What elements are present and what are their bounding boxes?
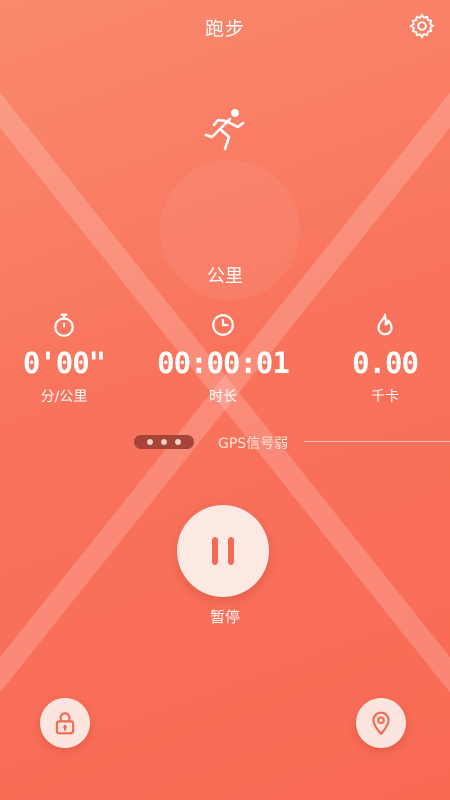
duration-label: 时长 bbox=[209, 389, 237, 405]
calories-stat: 0.00 千卡 bbox=[310, 312, 450, 406]
pause-button[interactable] bbox=[177, 505, 269, 597]
stopwatch-icon bbox=[54, 313, 74, 337]
flame-icon bbox=[377, 313, 393, 336]
pace-stat: 0'00" 分/公里 bbox=[0, 312, 139, 406]
location-button[interactable] bbox=[356, 698, 406, 748]
gps-status-text: GPS信号弱 bbox=[218, 436, 289, 452]
pace-value: 0'00" bbox=[22, 346, 106, 380]
clock-icon bbox=[212, 314, 234, 336]
calories-label: 千卡 bbox=[371, 389, 399, 405]
pause-icon bbox=[212, 537, 218, 565]
divider bbox=[304, 441, 450, 442]
pace-label: 分/公里 bbox=[40, 389, 88, 405]
gps-status: GPS信号弱 bbox=[0, 433, 450, 453]
location-pin-icon bbox=[372, 711, 390, 735]
gps-signal-indicator bbox=[134, 435, 194, 449]
running-man-icon bbox=[204, 109, 245, 151]
gear-icon[interactable] bbox=[408, 12, 436, 40]
lock-button[interactable] bbox=[40, 698, 90, 748]
duration-stat: 00:00:01 时长 bbox=[148, 312, 298, 406]
pause-label: 暂停 bbox=[209, 608, 240, 626]
distance-unit: 公里 bbox=[207, 266, 243, 287]
lock-icon bbox=[55, 712, 75, 735]
calories-value: 0.00 bbox=[352, 346, 419, 380]
page-title: 跑步 bbox=[204, 18, 245, 40]
duration-value: 00:00:01 bbox=[157, 346, 290, 380]
